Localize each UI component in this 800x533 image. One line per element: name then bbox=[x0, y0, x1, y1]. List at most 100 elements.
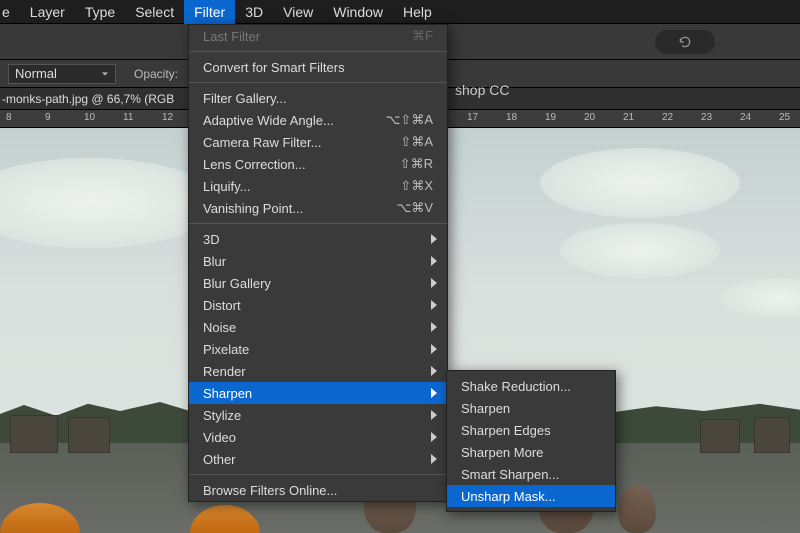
submenu-arrow-icon bbox=[431, 300, 437, 310]
ruler-tick: 23 bbox=[701, 112, 712, 123]
menu-item-label: Pixelate bbox=[203, 342, 249, 357]
menu-item-filter[interactable]: Filter bbox=[184, 0, 235, 24]
submenu-sharpen-more[interactable]: Sharpen More bbox=[447, 441, 615, 463]
submenu-arrow-icon bbox=[431, 234, 437, 244]
stone-block bbox=[754, 417, 790, 453]
menu-item-label: Sharpen Edges bbox=[461, 423, 551, 438]
blend-mode-value: Normal bbox=[15, 66, 57, 81]
ruler-tick: 24 bbox=[740, 112, 751, 123]
menu-item-label: Liquify... bbox=[203, 179, 250, 194]
shortcut-label: ⌘F bbox=[412, 28, 433, 44]
menu-distort[interactable]: Distort bbox=[189, 294, 447, 316]
menu-item-help[interactable]: Help bbox=[393, 0, 442, 24]
menu-item-label: Blur Gallery bbox=[203, 276, 271, 291]
ruler-tick: 21 bbox=[623, 112, 634, 123]
menu-item-label: 3D bbox=[203, 232, 220, 247]
menu-item-label: Blur bbox=[203, 254, 226, 269]
menu-browse-filters-online[interactable]: Browse Filters Online... bbox=[189, 479, 447, 501]
menu-item-type[interactable]: Type bbox=[75, 0, 125, 24]
menu-blur-gallery[interactable]: Blur Gallery bbox=[189, 272, 447, 294]
submenu-sharpen-edges[interactable]: Sharpen Edges bbox=[447, 419, 615, 441]
menu-vanishing-point[interactable]: Vanishing Point...⌥⌘V bbox=[189, 197, 447, 219]
menu-item-label: Other bbox=[203, 452, 236, 467]
menu-item-label: Smart Sharpen... bbox=[461, 467, 559, 482]
menu-filter-gallery[interactable]: Filter Gallery... bbox=[189, 87, 447, 109]
ruler-tick: 20 bbox=[584, 112, 595, 123]
submenu-arrow-icon bbox=[431, 410, 437, 420]
ruler-tick: 19 bbox=[545, 112, 556, 123]
ruler-tick: 11 bbox=[123, 112, 133, 123]
menu-render[interactable]: Render bbox=[189, 360, 447, 382]
stone-block bbox=[700, 419, 740, 453]
menu-item-3d[interactable]: 3D bbox=[235, 0, 273, 24]
submenu-arrow-icon bbox=[431, 278, 437, 288]
menu-item-label: Lens Correction... bbox=[203, 157, 306, 172]
ruler-tick: 17 bbox=[467, 112, 478, 123]
menu-item-select[interactable]: Select bbox=[125, 0, 184, 24]
ruler-tick: 22 bbox=[662, 112, 673, 123]
menu-separator bbox=[189, 474, 447, 475]
menu-item-label: Filter Gallery... bbox=[203, 91, 287, 106]
menu-item-e[interactable]: e bbox=[2, 0, 20, 24]
stone-block bbox=[10, 415, 58, 453]
cloud-shape bbox=[540, 148, 740, 218]
menu-item-label: Distort bbox=[203, 298, 241, 313]
submenu-arrow-icon bbox=[431, 454, 437, 464]
submenu-arrow-icon bbox=[431, 322, 437, 332]
app-name-label: shop CC bbox=[455, 82, 509, 98]
menu-item-label: Adaptive Wide Angle... bbox=[203, 113, 334, 128]
menu-3d[interactable]: 3D bbox=[189, 228, 447, 250]
menu-blur[interactable]: Blur bbox=[189, 250, 447, 272]
ruler-tick: 10 bbox=[84, 112, 95, 123]
menu-noise[interactable]: Noise bbox=[189, 316, 447, 338]
shortcut-label: ⇧⌘X bbox=[400, 178, 433, 194]
menu-sharpen[interactable]: Sharpen bbox=[189, 382, 447, 404]
opacity-label: Opacity: bbox=[134, 67, 178, 81]
menu-item-label: Sharpen More bbox=[461, 445, 543, 460]
ruler-tick: 8 bbox=[6, 112, 12, 123]
submenu-arrow-icon bbox=[431, 344, 437, 354]
submenu-unsharp-mask[interactable]: Unsharp Mask... bbox=[447, 485, 615, 507]
submenu-shake-reduction[interactable]: Shake Reduction... bbox=[447, 375, 615, 397]
shortcut-label: ⇧⌘R bbox=[400, 156, 433, 172]
menu-item-window[interactable]: Window bbox=[323, 0, 393, 24]
submenu-sharpen[interactable]: Sharpen bbox=[447, 397, 615, 419]
menu-video[interactable]: Video bbox=[189, 426, 447, 448]
menu-item-label: Unsharp Mask... bbox=[461, 489, 556, 504]
shortcut-label: ⌥⇧⌘A bbox=[385, 112, 433, 128]
menu-convert-smart-filters[interactable]: Convert for Smart Filters bbox=[189, 56, 447, 78]
menu-adaptive-wide-angle[interactable]: Adaptive Wide Angle... ⌥⇧⌘A bbox=[189, 109, 447, 131]
refresh-button[interactable] bbox=[655, 30, 715, 54]
menu-stylize[interactable]: Stylize bbox=[189, 404, 447, 426]
menu-liquify[interactable]: Liquify... ⇧⌘X bbox=[189, 175, 447, 197]
blend-mode-select[interactable]: Normal bbox=[8, 64, 116, 84]
menu-item-label: Shake Reduction... bbox=[461, 379, 571, 394]
submenu-arrow-icon bbox=[431, 256, 437, 266]
menu-separator bbox=[189, 223, 447, 224]
menubar: eLayerTypeSelectFilter3DViewWindowHelp bbox=[0, 0, 800, 24]
menu-other[interactable]: Other bbox=[189, 448, 447, 470]
menu-camera-raw-filter[interactable]: Camera Raw Filter...⇧⌘A bbox=[189, 131, 447, 153]
filter-menu-dropdown: Last Filter ⌘F Convert for Smart Filters Fi… bbox=[188, 24, 448, 502]
menu-item-label: Last Filter bbox=[203, 29, 260, 44]
menu-pixelate[interactable]: Pixelate bbox=[189, 338, 447, 360]
menu-lens-correction[interactable]: Lens Correction... ⇧⌘R bbox=[189, 153, 447, 175]
menu-separator bbox=[189, 51, 447, 52]
cloud-shape bbox=[560, 223, 720, 278]
stone-block bbox=[68, 417, 110, 453]
menu-item-view[interactable]: View bbox=[273, 0, 323, 24]
menu-separator bbox=[189, 82, 447, 83]
menu-item-label: Vanishing Point... bbox=[203, 201, 303, 216]
menu-item-layer[interactable]: Layer bbox=[20, 0, 75, 24]
menu-item-label: Noise bbox=[203, 320, 236, 335]
menu-item-label: Stylize bbox=[203, 408, 241, 423]
submenu-smart-sharpen[interactable]: Smart Sharpen... bbox=[447, 463, 615, 485]
refresh-icon bbox=[678, 35, 692, 49]
submenu-arrow-icon bbox=[431, 366, 437, 376]
menu-item-label: Render bbox=[203, 364, 246, 379]
menu-item-label: Video bbox=[203, 430, 236, 445]
menu-item-label: Sharpen bbox=[203, 386, 252, 401]
ruler-tick: 18 bbox=[506, 112, 517, 123]
shortcut-label: ⇧⌘A bbox=[400, 134, 433, 150]
menu-item-label: Sharpen bbox=[461, 401, 510, 416]
